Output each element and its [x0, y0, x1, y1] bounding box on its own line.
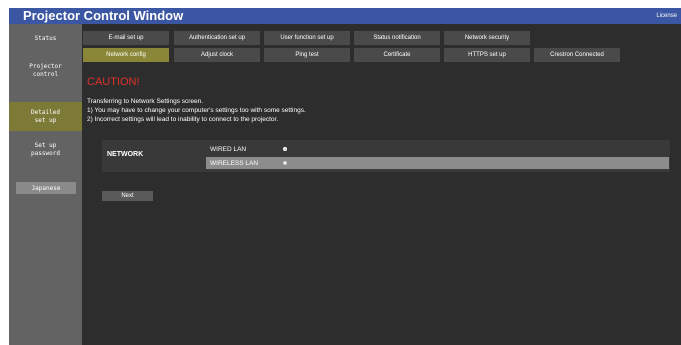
tab-status-notification[interactable]: Status notification [354, 31, 440, 45]
tab-certificate[interactable]: Certificate [354, 48, 440, 62]
wireless-lan-label: WIRELESS LAN [210, 159, 259, 167]
tab-email-set-up[interactable]: E-mail set up [83, 31, 169, 45]
message-line-2: 1) You may have to change your computer'… [87, 107, 306, 114]
tab-network-security[interactable]: Network security [444, 31, 530, 45]
sidebar-item-projector-control[interactable]: Projector control [9, 54, 82, 87]
wired-lan-label: WIRED LAN [210, 145, 247, 153]
tab-crestron-connected[interactable]: Crestron Connected [534, 48, 620, 62]
wired-lan-option[interactable]: WIRED LAN [206, 143, 669, 155]
wireless-lan-option[interactable]: WIRELESS LAN [206, 157, 669, 169]
projector-control-window: Projector Control Window License Status … [9, 8, 681, 345]
sidebar-item-status[interactable]: Status [9, 24, 82, 54]
tab-authentication-set-up[interactable]: Authentication set up [174, 31, 260, 45]
sidebar: Status Projector control Detailed set up… [9, 24, 82, 345]
japanese-button[interactable]: Japanese [16, 182, 76, 194]
next-button[interactable]: Next [102, 191, 153, 201]
sidebar-item-detailed-set-up[interactable]: Detailed set up [9, 102, 82, 131]
tab-network-config[interactable]: Network config [83, 48, 169, 62]
app-title: Projector Control Window [23, 8, 184, 23]
message-line-3: 2) Incorrect settings will lead to inabi… [87, 116, 279, 123]
message-line-1: Transferring to Network Settings screen. [87, 98, 204, 105]
tab-https-set-up[interactable]: HTTPS set up [444, 48, 530, 62]
tab-adjust-clock[interactable]: Adjust clock [174, 48, 260, 62]
tab-ping-test[interactable]: Ping test [264, 48, 350, 62]
wireless-lan-radio[interactable] [283, 161, 287, 165]
title-bar: Projector Control Window License [9, 8, 681, 24]
caution-title: CAUTION! [87, 76, 140, 88]
network-label: NETWORK [107, 151, 144, 158]
license-link[interactable]: License [656, 10, 677, 22]
sidebar-item-set-up-password[interactable]: Set up password [9, 136, 82, 164]
main-panel: E-mail set up Authentication set up User… [82, 24, 681, 345]
tab-user-function-set-up[interactable]: User function set up [264, 31, 350, 45]
wired-lan-radio[interactable] [283, 147, 287, 151]
network-selection-box: NETWORK WIRED LAN WIRELESS LAN [102, 140, 670, 172]
